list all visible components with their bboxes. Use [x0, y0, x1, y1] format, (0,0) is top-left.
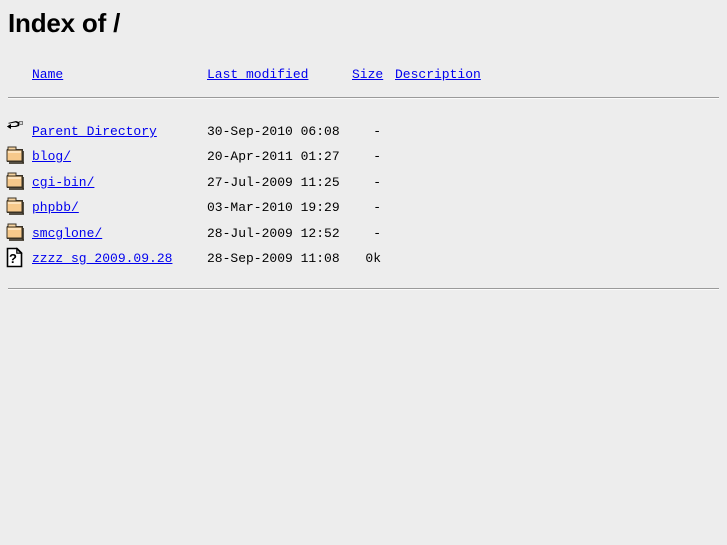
row-last-modified: 28-Sep-2009 11:08 [207, 251, 340, 266]
back-arrow-icon [5, 120, 27, 142]
folder-icon [5, 145, 27, 167]
row-name-link[interactable]: blog/ [32, 150, 71, 163]
row-size: - [373, 124, 381, 139]
row-last-modified: 27-Jul-2009 11:25 [207, 175, 340, 190]
folder-icon [5, 196, 27, 218]
sort-by-description-link[interactable]: Description [395, 68, 481, 81]
page-title: Index of / [8, 8, 121, 38]
row-last-modified: 30-Sep-2010 06:08 [207, 124, 340, 139]
table-row[interactable]: blog/ 20-Apr-2011 01:27 - [0, 145, 727, 170]
row-name-link[interactable]: smcglone/ [32, 227, 102, 240]
sort-by-size-link[interactable]: Size [352, 68, 383, 81]
sort-by-last-modified-link[interactable]: Last modified [207, 68, 308, 81]
row-name-link[interactable]: phpbb/ [32, 201, 79, 214]
row-name-link[interactable]: Parent Directory [32, 125, 157, 138]
folder-icon [5, 222, 27, 244]
folder-icon [5, 171, 27, 193]
table-row[interactable]: cgi-bin/ 27-Jul-2009 11:25 - [0, 171, 727, 196]
table-row[interactable]: Parent Directory 30-Sep-2010 06:08 - [0, 120, 727, 145]
row-last-modified: 20-Apr-2011 01:27 [207, 149, 340, 164]
row-size: - [373, 226, 381, 241]
table-row[interactable]: ? zzzz_sg_2009.09.28 28-Sep-2009 11:08 0… [0, 247, 727, 272]
header-divider [8, 97, 719, 99]
row-size: - [373, 175, 381, 190]
sort-by-name-link[interactable]: Name [32, 68, 63, 81]
table-header-row: Name Last modified Size Description [0, 68, 727, 93]
table-row[interactable]: smcglone/ 28-Jul-2009 12:52 - [0, 222, 727, 247]
row-last-modified: 28-Jul-2009 12:52 [207, 226, 340, 241]
row-size: - [373, 149, 381, 164]
unknown-file-icon: ? [5, 247, 27, 269]
row-last-modified: 03-Mar-2010 19:29 [207, 200, 340, 215]
row-size: 0k [365, 251, 381, 266]
table-row[interactable]: phpbb/ 03-Mar-2010 19:29 - [0, 196, 727, 221]
footer-divider [8, 288, 719, 290]
svg-text:?: ? [9, 251, 17, 266]
row-name-link[interactable]: cgi-bin/ [32, 176, 94, 189]
row-size: - [373, 200, 381, 215]
row-name-link[interactable]: zzzz_sg_2009.09.28 [32, 252, 172, 265]
